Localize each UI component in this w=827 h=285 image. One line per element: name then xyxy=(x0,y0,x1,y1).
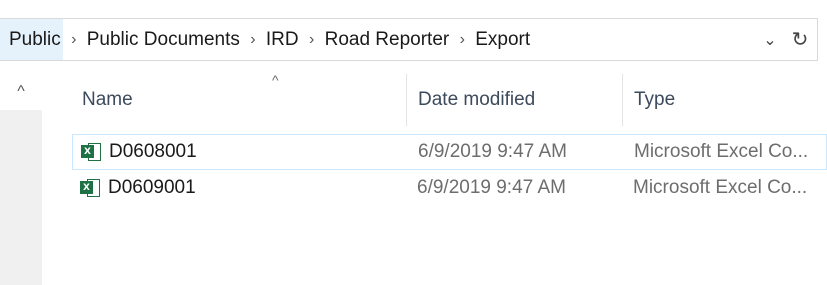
address-bar: Public › Public Documents › IRD › Road R… xyxy=(0,14,827,64)
breadcrumb-item-road-reporter[interactable]: Road Reporter xyxy=(323,19,452,60)
breadcrumb-separator-icon[interactable]: › xyxy=(455,31,469,48)
file-date-modified: 6/9/2019 9:47 AM xyxy=(417,177,566,198)
file-name-cell: X D0609001 xyxy=(80,170,196,206)
column-headers: Name ^ Date modified Type xyxy=(42,72,827,126)
navigation-pane-header: ^ xyxy=(0,74,42,110)
breadcrumb-separator-icon[interactable]: › xyxy=(305,31,319,48)
sort-ascending-icon: ^ xyxy=(272,72,279,88)
column-divider[interactable] xyxy=(406,74,407,126)
refresh-icon[interactable]: ↻ xyxy=(785,19,815,60)
file-name: D0609001 xyxy=(108,177,196,198)
excel-file-icon: X xyxy=(80,178,100,198)
file-list: Name ^ Date modified Type X D0608001 6/9… xyxy=(42,72,827,285)
breadcrumb-separator-icon[interactable]: › xyxy=(67,31,81,48)
collapse-caret-icon[interactable]: ^ xyxy=(17,83,25,101)
file-date-modified: 6/9/2019 9:47 AM xyxy=(418,141,567,162)
column-header-date-modified[interactable]: Date modified xyxy=(418,74,623,126)
column-header-label: Type xyxy=(634,89,676,110)
breadcrumb-item-public[interactable]: Public xyxy=(0,19,63,60)
file-row[interactable]: X D0609001 6/9/2019 9:47 AM Microsoft Ex… xyxy=(72,170,827,206)
breadcrumb-label: Road Reporter xyxy=(324,28,450,50)
breadcrumb-label: Export xyxy=(475,28,531,50)
address-history-dropdown-icon[interactable]: ⌄ xyxy=(757,19,783,60)
file-type: Microsoft Excel Co... xyxy=(633,177,808,198)
file-type: Microsoft Excel Co... xyxy=(634,141,809,162)
breadcrumb-separator-icon[interactable]: › xyxy=(246,31,260,48)
breadcrumb[interactable]: Public › Public Documents › IRD › Road R… xyxy=(0,18,818,61)
breadcrumb-item-public-documents[interactable]: Public Documents xyxy=(85,19,242,60)
breadcrumb-label: Public xyxy=(9,28,61,50)
breadcrumb-item-export[interactable]: Export xyxy=(473,19,532,60)
breadcrumb-item-ird[interactable]: IRD xyxy=(264,19,301,60)
file-row[interactable]: X D0608001 6/9/2019 9:47 AM Microsoft Ex… xyxy=(72,134,827,170)
window-top-strip xyxy=(0,0,827,14)
excel-file-icon: X xyxy=(81,142,101,162)
column-header-label: Date modified xyxy=(418,89,536,110)
file-name-cell: X D0608001 xyxy=(81,135,197,169)
column-header-type[interactable]: Type xyxy=(634,74,824,126)
breadcrumb-label: Public Documents xyxy=(86,28,240,50)
column-header-name[interactable]: Name ^ xyxy=(82,72,407,126)
column-header-label: Name xyxy=(82,89,133,110)
column-divider[interactable] xyxy=(622,74,623,126)
file-name: D0608001 xyxy=(109,141,197,162)
breadcrumb-label: IRD xyxy=(265,28,299,50)
